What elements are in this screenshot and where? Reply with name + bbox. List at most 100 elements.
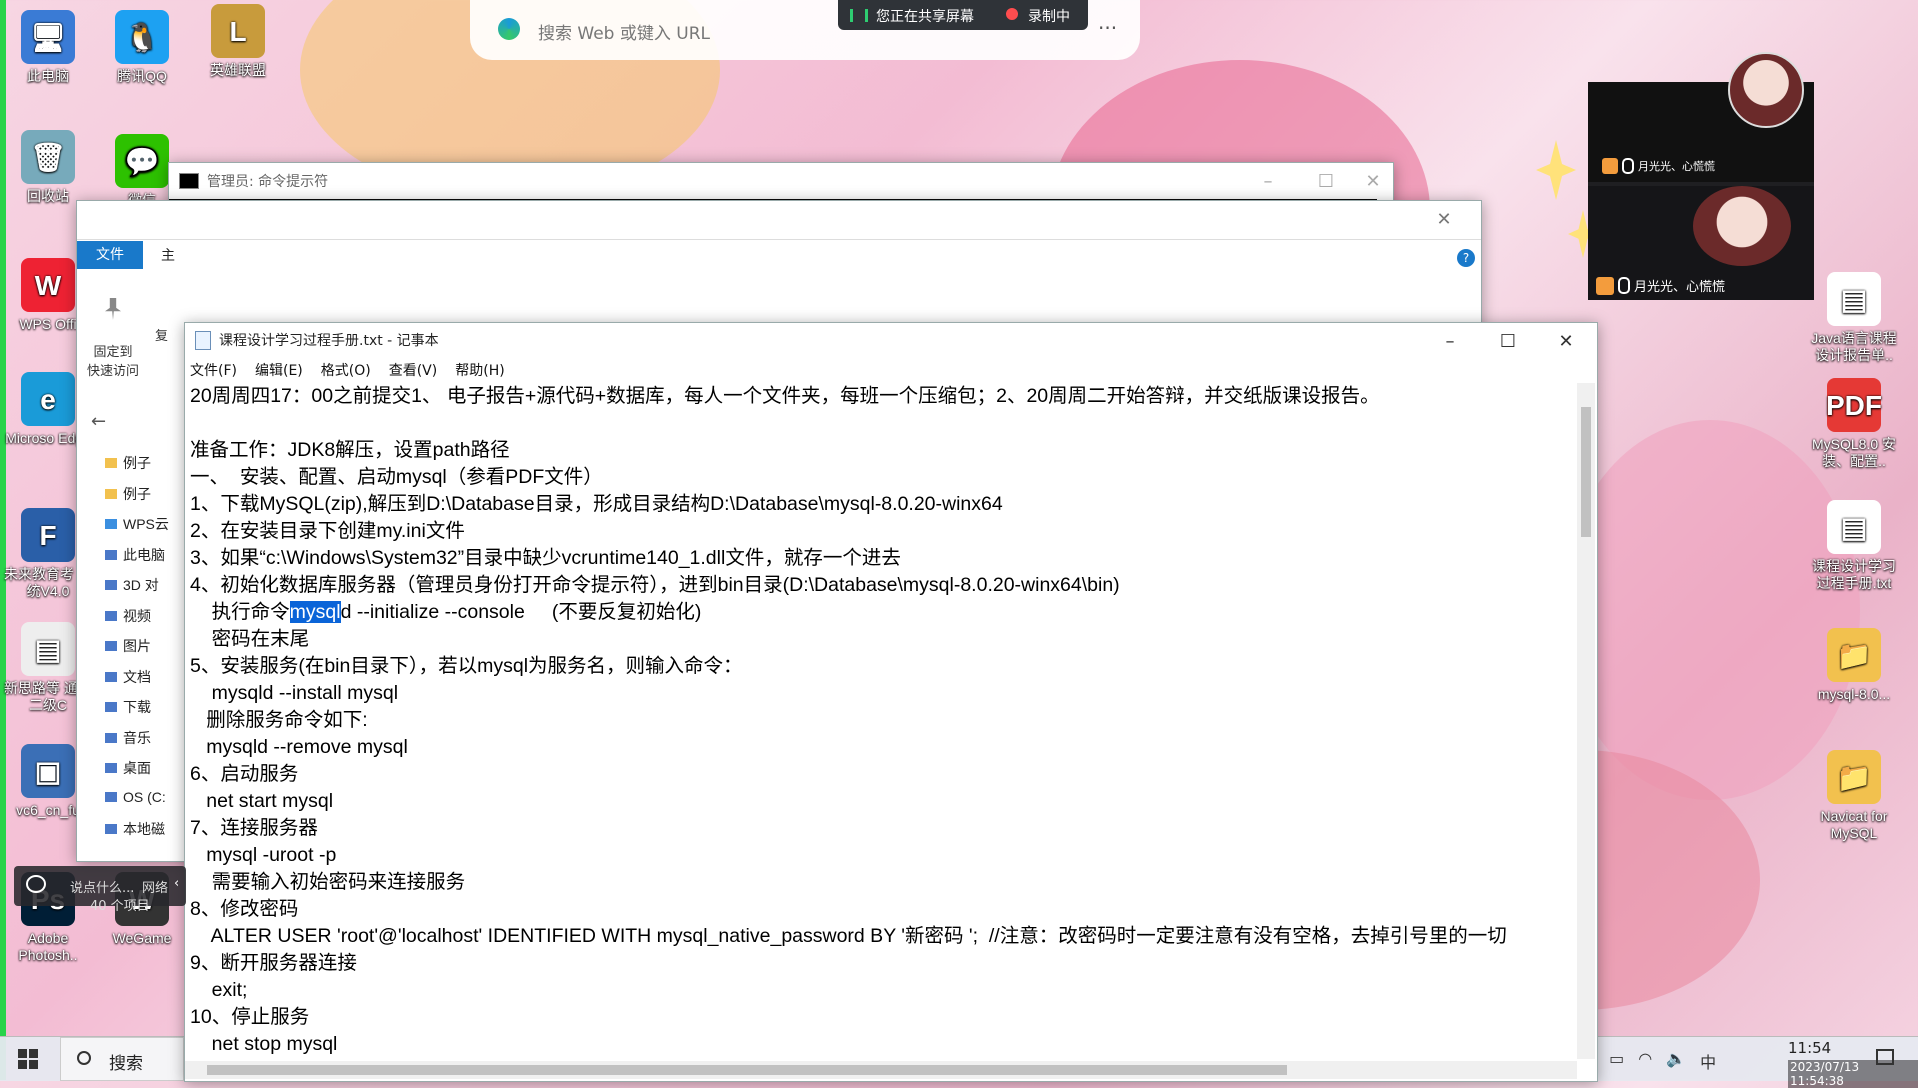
horizontal-scrollbar[interactable] [185,1061,1577,1079]
folder-icon [105,458,117,468]
pin-icon [105,298,121,320]
nav-item[interactable]: OS (C: [105,789,166,805]
desktop-icon[interactable]: ▤ Java语言课程 设计报告单.. [1806,272,1902,364]
notification-icon[interactable] [1876,1049,1894,1065]
volume-icon[interactable]: 🔈 [1666,1049,1686,1073]
drive-icon [105,732,117,743]
help-icon[interactable]: ? [1457,249,1475,267]
nav-item[interactable]: 下载 [105,697,151,717]
app-icon: ▤ [1827,500,1881,554]
sharing-label: 您正在共享屏幕 [876,9,974,25]
scroll-thumb[interactable] [1581,407,1591,537]
desktop-icon[interactable]: 📁 mysql-8.0... [1806,628,1902,703]
text-line: 5、安装服务(在bin目录下），若以mysql为服务名，则输入命令： [190,655,743,677]
text-selection[interactable]: mysql [289,601,341,623]
nav-item[interactable]: 例子 [105,484,151,504]
desktop-icon-label: Adobe Photosh.. [18,930,78,963]
ribbon-tab-file[interactable]: 文件 [77,241,143,269]
wallpaper-shape [1560,420,1860,800]
drive-icon [105,580,117,590]
back-arrow-icon[interactable]: ← [91,411,106,432]
ribbon-tab-home[interactable]: 主 [161,245,175,265]
menu-item[interactable]: 编辑(E) [255,363,303,379]
app-icon: ▤ [1827,272,1881,326]
cloud-icon [105,519,117,529]
text-line [190,410,1580,437]
maximize-button[interactable]: ☐ [1297,163,1355,199]
wifi-icon[interactable]: ◠ [1638,1049,1652,1073]
desktop-icon[interactable]: 🗑 回收站 [0,130,96,205]
nav-item[interactable]: 3D 对 [105,575,159,595]
nav-item[interactable]: 图片 [105,636,151,656]
close-button[interactable]: ✕ [1419,201,1469,237]
folder-icon [105,488,117,499]
text-line: 7、连接服务器 [190,817,318,839]
minimize-button[interactable]: – [1239,163,1297,199]
close-button[interactable]: ✕ [1353,163,1393,199]
edge-icon [498,18,520,40]
text-editor[interactable]: 20周周四17：00之前提交1、 电子报告+源代码+数据库，每人一个文件夹，每班… [185,383,1580,1063]
scroll-thumb[interactable] [207,1065,1287,1075]
desktop-icon[interactable]: ▤ 课程设计学习 过程手册.txt [1806,500,1902,592]
app-icon: ▤ [21,622,75,676]
comment-placeholder: 说点什么... [70,881,135,896]
window-title: 管理员: 命令提示符 [207,174,329,190]
nav-item[interactable]: 此电脑 [105,545,165,565]
participant-video[interactable]: 月光光、心慌慌 [1588,52,1814,182]
system-tray[interactable]: ▭ ▭ ◠ 🔈 中 [1580,1049,1716,1073]
participant-video[interactable]: 月光光、心慌慌 [1588,186,1814,300]
nav-item[interactable]: 文档 [105,667,151,687]
nav-item[interactable]: 桌面 [105,758,151,778]
desktop-icon-label: Navicat for MySQL [1820,808,1888,841]
notepad-window[interactable]: 课程设计学习过程手册.txt - 记事本 – ☐ ✕ 文件(F) 编辑(E) 格式(… [184,322,1598,1082]
clock-time[interactable]: 11:54 [1788,1039,1831,1057]
text-line: net stop mysql [190,1033,338,1055]
more-button[interactable]: ··· [1098,16,1117,40]
copy-label[interactable]: 复 [155,325,168,344]
desktop-icon-label: 此电脑 [27,68,69,84]
drive-icon [105,791,117,802]
desktop-icon[interactable]: 🖥 此电脑 [0,10,96,85]
app-icon: 💬 [115,134,169,188]
text-line: 6、启动服务 [190,763,299,785]
text-line: 3、如果“c:\Windows\System32”目录中缺少vcruntime1… [190,547,901,569]
desktop-icon[interactable]: PDF MySQL8.0 安装、配置.. [1806,378,1902,470]
desktop-icon[interactable]: 🐧 腾讯QQ [94,10,190,85]
nav-item[interactable]: 视频 [105,606,151,626]
menu-item[interactable]: 格式(O) [321,363,371,379]
ime-indicator[interactable]: 中 [1700,1049,1716,1073]
menu-item[interactable]: 文件(F) [190,363,237,379]
menu-item[interactable]: 查看(V) [389,363,438,379]
text-line: 需要输入初始密码来连接服务 [190,871,466,893]
close-button[interactable]: ✕ [1537,323,1595,359]
recording-button[interactable]: 录制中 [1028,6,1070,26]
pin-quick-access-button[interactable]: 固定到 快速访问 [83,283,143,379]
text-line: exit; [190,979,248,1001]
nav-item-label: 视频 [123,607,151,624]
nav-item-label: 下载 [123,699,151,715]
desktop-icon-label: 腾讯QQ [117,68,167,84]
nav-item-label: 图片 [123,638,151,654]
nav-item[interactable]: 例子 [105,453,151,473]
start-button[interactable] [18,1049,38,1069]
collapse-icon[interactable]: ‹ [174,876,179,891]
nav-item[interactable]: 音乐 [105,728,151,748]
desktop-icon[interactable]: 📁 Navicat for MySQL [1806,750,1902,842]
minimize-button[interactable]: – [1421,323,1479,359]
avatar [1693,186,1791,266]
battery-icon[interactable]: ▭ [1609,1049,1624,1073]
drive-icon [105,763,117,773]
item-count: 40 个项目 [90,899,150,914]
app-icon: F [21,508,75,562]
taskbar-search[interactable]: 搜索 [60,1037,184,1081]
nav-item[interactable]: 本地磁 [105,819,165,839]
vertical-scrollbar[interactable] [1577,383,1595,1059]
drive-icon [105,671,117,682]
nav-item[interactable]: WPS云 [105,514,169,534]
desktop-icon[interactable]: L 英雄联盟 [190,4,286,79]
search-input[interactable]: 搜索 Web 或键入 URL [538,19,710,44]
maximize-button[interactable]: ☐ [1479,323,1537,359]
menu-item[interactable]: 帮助(H) [455,363,504,379]
mic-muted-icon [1622,158,1634,174]
participant-name: 月光光、心慌慌 [1638,160,1715,173]
